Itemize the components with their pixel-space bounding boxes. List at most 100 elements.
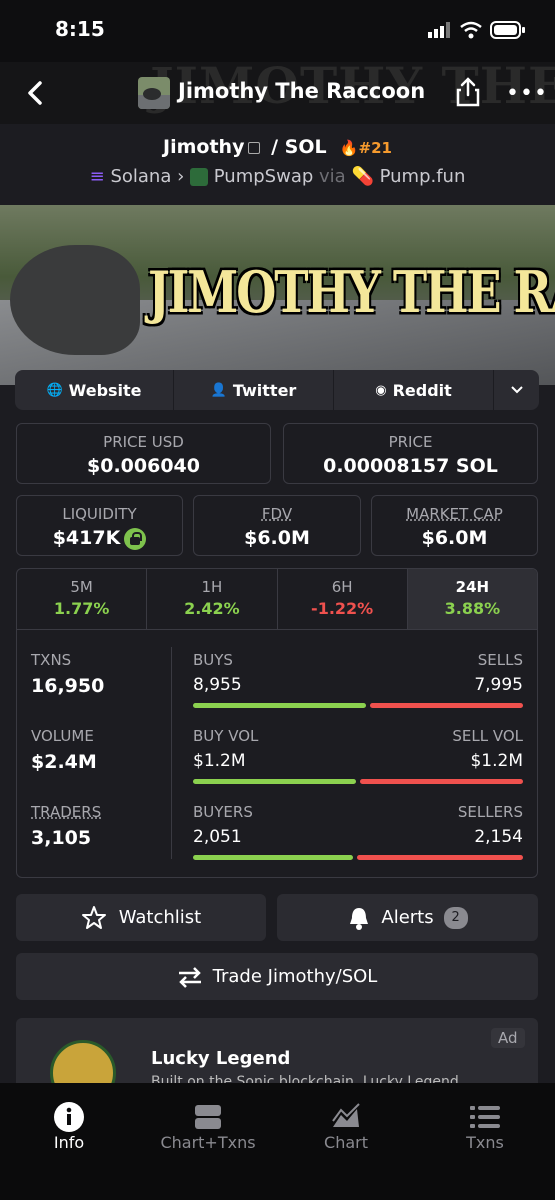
chart-icon [332, 1103, 360, 1127]
price-native-value: 0.00008157 SOL [323, 455, 498, 477]
price-usd-label: PRICE USD [103, 433, 184, 451]
list-icon [470, 1106, 500, 1128]
star-icon [81, 905, 106, 929]
tab-1h[interactable]: 1H 2.42% [147, 569, 278, 629]
volume-value: $2.4M [31, 751, 97, 773]
buys-sells-row: BUYS SELLS 8,955 7,995 [193, 651, 523, 708]
tab-5m-label: 5M [70, 578, 93, 596]
volume-label: VOLUME [31, 727, 94, 745]
via-label: via [319, 166, 346, 187]
bottom-tab-bar: Info Chart+Txns Chart Txns [0, 1083, 555, 1200]
battery-icon [490, 21, 525, 39]
chevron-right-icon: › [177, 166, 185, 187]
trade-label: Trade Jimothy/SOL [212, 966, 378, 987]
alerts-label: Alerts [381, 907, 434, 928]
tab-5m[interactable]: 5M 1.77% [17, 569, 148, 629]
website-label: Website [68, 380, 142, 400]
buys-value: 8,955 [193, 675, 242, 695]
solana-icon: ≡ [89, 166, 105, 187]
share-icon[interactable] [455, 76, 481, 108]
reddit-label: Reddit [392, 380, 452, 400]
trade-button[interactable]: Trade Jimothy/SOL [16, 953, 538, 1000]
reddit-icon: ◉ [375, 382, 387, 398]
fdv-label[interactable]: FDV [194, 505, 360, 523]
tab-chart-txns[interactable]: Chart+Txns [158, 1101, 258, 1152]
twitter-label: Twitter [232, 380, 297, 400]
fdv-card: FDV $6.0M [193, 495, 361, 556]
txns-stat: TXNS 16,950 [31, 651, 104, 697]
tab-chart[interactable]: Chart [296, 1101, 396, 1152]
tab-1h-change: 2.42% [184, 599, 240, 618]
divider [171, 647, 172, 859]
txns-value: 16,950 [31, 675, 105, 697]
sellers-label: SELLERS [457, 803, 523, 821]
buys-sells-bar [193, 703, 523, 708]
tab-24h[interactable]: 24H 3.88% [407, 569, 537, 629]
sell-vol-bar [360, 779, 523, 784]
copy-icon[interactable] [248, 141, 261, 154]
info-icon [54, 1102, 84, 1132]
tab-info[interactable]: Info [19, 1101, 119, 1152]
market-cap-value: $6.0M [421, 527, 488, 549]
trending-rank-badge[interactable]: 🔥#21 [340, 139, 392, 157]
price-usd-card: PRICE USD $0.006040 [16, 423, 271, 484]
twitter-link[interactable]: 👤 Twitter [174, 370, 334, 410]
swap-arrows-icon [178, 966, 201, 988]
buys-bar [193, 703, 366, 708]
sell-vol-value: $1.2M [470, 751, 523, 771]
fdv-value: $6.0M [244, 527, 310, 549]
breadcrumb: ≡ Solana › PumpSwap via 💊 Pump.fun [0, 166, 555, 187]
quote-token: / SOL [271, 136, 327, 158]
txns-label: TXNS [31, 651, 72, 669]
price-usd-value: $0.006040 [87, 455, 200, 477]
website-link[interactable]: 🌐 Website [15, 370, 174, 410]
tab-info-label: Info [53, 1133, 85, 1152]
tab-chart-label: Chart [324, 1133, 368, 1152]
watchlist-button[interactable]: Watchlist [16, 894, 266, 941]
ad-title: Lucky Legend [151, 1048, 291, 1069]
tab-6h-label: 6H [331, 578, 353, 596]
volume-stat: VOLUME $2.4M [31, 727, 97, 773]
tab-6h[interactable]: 6H -1.22% [278, 569, 408, 629]
launchpad-name[interactable]: Pump.fun [380, 166, 466, 187]
page-title: Jimothy The Raccoon [178, 79, 426, 103]
lock-icon[interactable] [124, 527, 147, 550]
more-options-icon[interactable]: ••• [506, 83, 548, 105]
sell-vol-label: SELL VOL [452, 727, 523, 745]
buyers-value: 2,051 [193, 827, 242, 847]
sells-label: SELLS [477, 651, 523, 669]
buyers-sellers-row: BUYERS SELLERS 2,051 2,154 [193, 803, 523, 860]
social-links: 🌐 Website 👤 Twitter ◉ Reddit [15, 370, 539, 410]
buyers-label: BUYERS [193, 803, 253, 821]
traders-label[interactable]: TRADERS [31, 803, 101, 821]
timeframe-tabs: 5M 1.77% 1H 2.42% 6H -1.22% 24H 3.88% [17, 569, 537, 630]
signal-icon [428, 22, 450, 38]
base-token: Jimothy [163, 136, 245, 158]
alerts-count-badge: 2 [443, 906, 468, 929]
split-view-icon [195, 1105, 221, 1129]
banner-title: JIMOTHY THE RACCOON [148, 258, 555, 326]
tab-5m-change: 1.77% [53, 599, 110, 618]
alerts-button[interactable]: Alerts 2 [277, 894, 538, 941]
ad-badge: Ad [491, 1028, 525, 1048]
chain-name[interactable]: Solana [110, 166, 171, 187]
pair-name: Jimothy / SOL 🔥#21 [0, 136, 555, 158]
trading-stats-panel: 5M 1.77% 1H 2.42% 6H -1.22% 24H 3.88% TXNS 16… [16, 568, 538, 878]
tab-chart-txns-label: Chart+Txns [160, 1133, 256, 1152]
market-cap-card: MARKET CAP $6.0M [371, 495, 538, 556]
sellers-value: 2,154 [474, 827, 523, 847]
links-expand-button[interactable] [494, 370, 539, 410]
liquidity-card: LIQUIDITY $417K [16, 495, 183, 556]
buyers-share-bar [193, 855, 353, 860]
tab-txns[interactable]: Txns [435, 1101, 535, 1152]
dex-name[interactable]: PumpSwap [214, 166, 314, 187]
buys-label: BUYS [193, 651, 233, 669]
market-cap-label[interactable]: MARKET CAP [372, 505, 537, 523]
sells-value: 7,995 [474, 675, 523, 695]
tab-24h-change: 3.88% [444, 599, 501, 618]
reddit-link[interactable]: ◉ Reddit [334, 370, 494, 410]
globe-icon: 🌐 [46, 382, 63, 398]
back-arrow-icon[interactable] [22, 77, 50, 109]
liquidity-label: LIQUIDITY [62, 505, 137, 523]
sellers-share-bar [356, 855, 523, 860]
